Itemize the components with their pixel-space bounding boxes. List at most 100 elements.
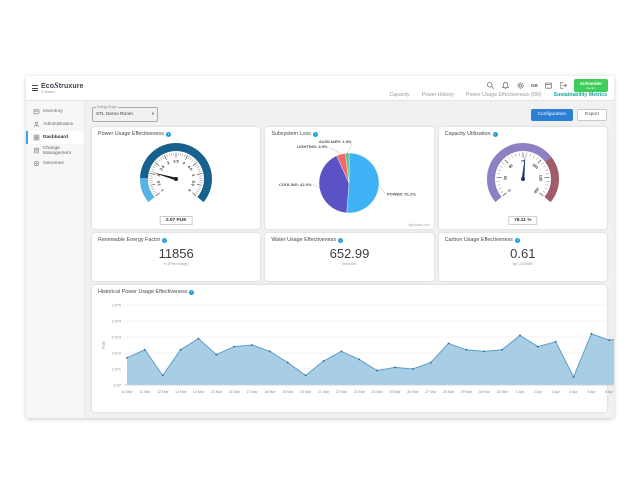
configuration-button[interactable]: Configuration bbox=[531, 109, 574, 121]
sidebar-item-administration[interactable]: Administration bbox=[26, 118, 84, 131]
info-icon[interactable]: i bbox=[515, 238, 520, 243]
historical-pue-area-chart: 2.072.0712.0722.0732.0742.075PUE10 Mar11… bbox=[98, 297, 614, 405]
card-capacity-utilization: Capacity Utilizationi 0255075100125150 7… bbox=[439, 127, 607, 229]
genomes-icon bbox=[33, 160, 40, 167]
stat-value: 652.99 bbox=[271, 247, 427, 261]
capacity-value-box: 78.11 % bbox=[508, 216, 537, 225]
sidebar: Inventory Administration Dashboard Change M… bbox=[26, 101, 85, 418]
svg-text:2.073: 2.073 bbox=[111, 335, 121, 339]
card-renewable-energy-factor: Renewable Energy Factori 11856% (Percenta… bbox=[92, 233, 260, 281]
svg-text:PUE: PUE bbox=[102, 341, 106, 349]
svg-text:28 Mar: 28 Mar bbox=[443, 390, 455, 394]
svg-text:2.075: 2.075 bbox=[111, 303, 121, 307]
svg-text:13 Mar: 13 Mar bbox=[175, 390, 187, 394]
svg-text:11 Mar: 11 Mar bbox=[139, 390, 151, 394]
card-title: Renewable Energy Factor bbox=[98, 237, 160, 243]
sidebar-item-inventory[interactable]: Inventory bbox=[26, 105, 84, 118]
main-content: Energy Scope STL Demo Room ▾ Configurati… bbox=[85, 101, 614, 418]
svg-text:24 Mar: 24 Mar bbox=[371, 390, 383, 394]
dashboard-icon bbox=[33, 134, 40, 141]
gear-icon[interactable] bbox=[516, 81, 525, 90]
svg-text:30 Mar: 30 Mar bbox=[479, 390, 491, 394]
card-title: Historical Power Usage Effectiveness bbox=[98, 289, 187, 295]
svg-text:COOLING: 42.0%: COOLING: 42.0% bbox=[280, 182, 313, 187]
card-carbon-usage-effectiveness: Carbon Usage Effectivenessi0.61kg CO2/kW… bbox=[439, 233, 607, 281]
svg-text:2 Apr: 2 Apr bbox=[534, 390, 543, 394]
apps-icon[interactable] bbox=[544, 81, 553, 90]
chevron-down-icon: ▾ bbox=[152, 112, 154, 117]
svg-text:23 Mar: 23 Mar bbox=[354, 390, 366, 394]
svg-text:1: 1 bbox=[161, 188, 165, 192]
svg-text:2.5: 2.5 bbox=[159, 165, 165, 172]
menu-icon[interactable] bbox=[32, 85, 38, 91]
svg-text:1.5: 1.5 bbox=[157, 180, 162, 186]
stat-value: 11856 bbox=[98, 247, 254, 261]
search-icon[interactable] bbox=[486, 81, 495, 90]
svg-text:3.5: 3.5 bbox=[174, 160, 179, 164]
svg-text:4 Apr: 4 Apr bbox=[569, 390, 578, 394]
info-icon[interactable]: i bbox=[313, 132, 318, 137]
info-icon[interactable]: i bbox=[493, 132, 498, 137]
svg-text:25 Mar: 25 Mar bbox=[389, 390, 401, 394]
svg-text:2.07: 2.07 bbox=[114, 383, 121, 387]
logo-wordmark: EcoStruxure bbox=[41, 82, 84, 90]
highcharts-credit-link[interactable]: highcharts.com bbox=[408, 223, 430, 227]
svg-text:16 Mar: 16 Mar bbox=[229, 390, 241, 394]
sidebar-item-label: Change Management bbox=[43, 146, 84, 156]
svg-text:29 Mar: 29 Mar bbox=[461, 390, 473, 394]
svg-text:4: 4 bbox=[182, 161, 186, 166]
info-icon[interactable]: i bbox=[338, 238, 343, 243]
card-water-usage-effectiveness: Water Usage Effectivenessi 652.99liter/kW… bbox=[265, 233, 433, 281]
svg-text:31 Mar: 31 Mar bbox=[497, 390, 509, 394]
app-header: EcoStruxure IT Advisor GB Schneider Elec… bbox=[26, 76, 614, 101]
energy-scope-select[interactable]: Energy Scope STL Demo Room ▾ bbox=[92, 107, 158, 122]
ecostruxure-logo[interactable]: EcoStruxure IT Advisor bbox=[32, 76, 84, 100]
card-power-usage-effectiveness: Power Usage Effectivenessi 11.522.533.54… bbox=[92, 127, 260, 229]
svg-text:15 Mar: 15 Mar bbox=[211, 390, 223, 394]
svg-text:25: 25 bbox=[503, 176, 507, 180]
logo-subtitle: IT Advisor bbox=[41, 91, 84, 94]
energy-scope-value: STL Demo Room bbox=[96, 112, 133, 117]
schneider-electric-button[interactable]: Schneider Electric bbox=[574, 79, 608, 92]
svg-text:17 Mar: 17 Mar bbox=[246, 390, 258, 394]
svg-text:10 Mar: 10 Mar bbox=[121, 390, 133, 394]
export-button[interactable]: Export bbox=[577, 109, 607, 121]
sidebar-item-label: Genomes bbox=[43, 161, 64, 166]
sidebar-menu: Inventory Administration Dashboard Change M… bbox=[26, 105, 84, 170]
svg-text:14 Mar: 14 Mar bbox=[193, 390, 205, 394]
capacity-gauge-chart: 0255075100125150 bbox=[448, 137, 598, 209]
card-historical-pue: Historical Power Usage Effectivenessi 2.… bbox=[92, 285, 607, 412]
info-icon[interactable]: i bbox=[162, 238, 167, 243]
svg-text:POWER: 51.2%: POWER: 51.2% bbox=[387, 192, 416, 197]
svg-text:LIGHTING: 4.9%: LIGHTING: 4.9% bbox=[297, 144, 328, 149]
stat-unit: % (Percentage) bbox=[98, 262, 254, 266]
info-icon[interactable]: i bbox=[166, 132, 171, 137]
sidebar-item-label: Administration bbox=[43, 122, 73, 127]
svg-text:6 Apr: 6 Apr bbox=[605, 390, 614, 394]
app-window: EcoStruxure IT Advisor GB Schneider Elec… bbox=[26, 76, 614, 418]
sidebar-item-dashboard[interactable]: Dashboard bbox=[26, 131, 84, 144]
svg-text:5 Apr: 5 Apr bbox=[587, 390, 596, 394]
pue-gauge-chart: 11.522.533.544.555.56 bbox=[101, 137, 251, 209]
svg-text:26 Mar: 26 Mar bbox=[407, 390, 419, 394]
sidebar-item-label: Inventory bbox=[43, 109, 63, 114]
sidebar-item-genomes[interactable]: Genomes bbox=[26, 157, 84, 170]
locale-badge[interactable]: GB bbox=[531, 83, 538, 88]
logout-icon[interactable] bbox=[559, 81, 568, 90]
stat-unit: liter/kWh bbox=[271, 262, 427, 266]
toolbar: Energy Scope STL Demo Room ▾ Configurati… bbox=[92, 106, 607, 123]
bell-icon[interactable] bbox=[501, 81, 510, 90]
stat-unit: kg CO2/kWh bbox=[445, 262, 601, 266]
svg-text:5: 5 bbox=[191, 174, 195, 177]
info-icon[interactable]: i bbox=[189, 290, 194, 295]
svg-text:12 Mar: 12 Mar bbox=[157, 390, 169, 394]
stat-value: 0.61 bbox=[445, 247, 601, 261]
svg-text:3 Apr: 3 Apr bbox=[551, 390, 560, 394]
svg-text:2.074: 2.074 bbox=[111, 319, 121, 323]
card-title: Water Usage Effectiveness bbox=[271, 237, 336, 243]
svg-text:0: 0 bbox=[507, 188, 511, 192]
svg-text:21 Mar: 21 Mar bbox=[318, 390, 330, 394]
sidebar-item-change-management[interactable]: Change Management bbox=[26, 144, 84, 157]
svg-text:50: 50 bbox=[508, 163, 514, 169]
card-subsystem-loss: Subsystem Lossi POWER: 51.2%COOLING: 42.… bbox=[265, 127, 433, 229]
